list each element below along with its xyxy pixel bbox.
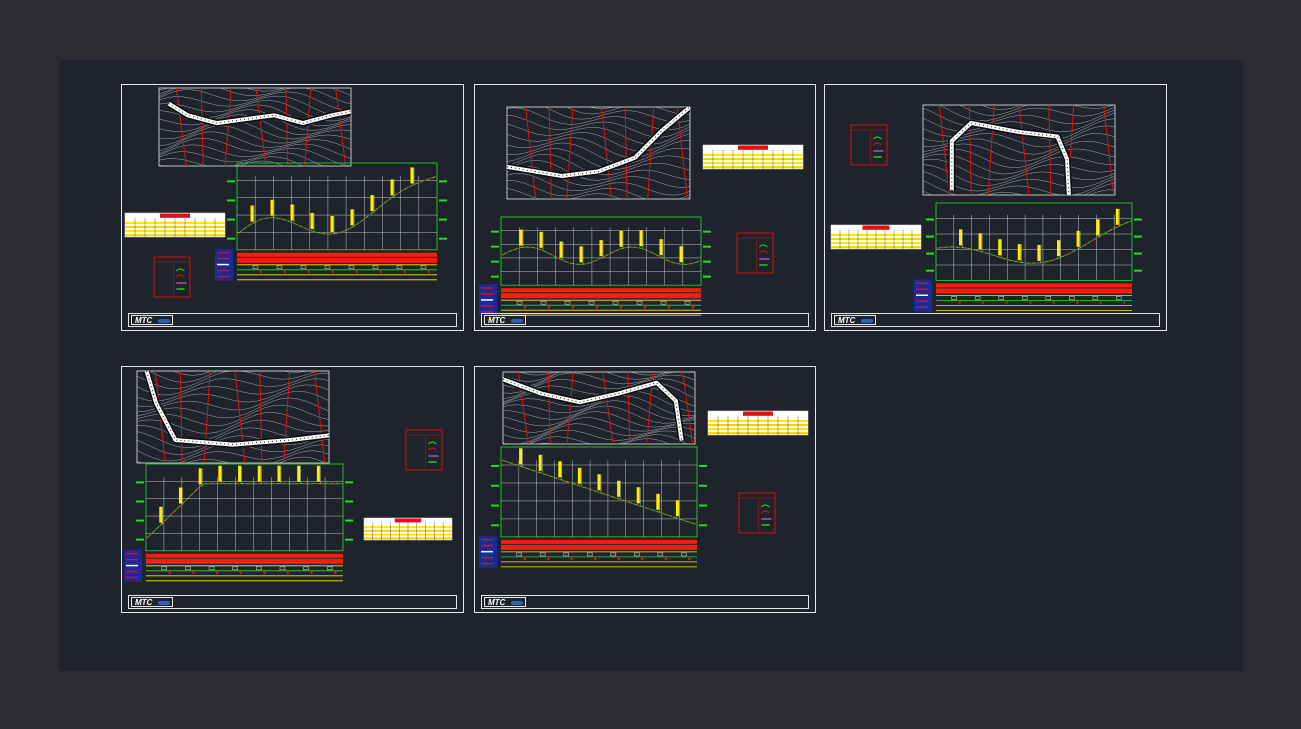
- longitudinal-profile-icon: [215, 162, 447, 281]
- plan-view-icon: [158, 87, 352, 167]
- drawing-sheet-5[interactable]: MTC: [474, 366, 816, 613]
- longitudinal-profile-icon: [479, 446, 707, 568]
- sheet-4-graphics: [124, 370, 453, 582]
- sheet-3-graphics: [830, 104, 1142, 312]
- curve-table-icon: [830, 224, 922, 250]
- curve-table-icon: [707, 410, 809, 436]
- legend-icon: [405, 429, 443, 471]
- curve-table-icon: [702, 144, 804, 170]
- drawing-sheet-4[interactable]: MTC: [121, 366, 464, 613]
- curve-table-icon: [124, 212, 226, 238]
- plan-view-icon: [506, 106, 691, 200]
- sheet-2-graphics: [479, 106, 804, 317]
- longitudinal-profile-icon: [124, 463, 353, 582]
- legend-icon: [850, 124, 888, 166]
- plan-view-icon: [136, 370, 330, 464]
- mtc-logo: MTC: [484, 597, 526, 607]
- mtc-logo: MTC: [131, 315, 173, 325]
- mtc-logo: MTC: [131, 597, 173, 607]
- drawing-sheet-2[interactable]: MTC: [474, 84, 816, 331]
- drawing-sheet-3[interactable]: MTC: [824, 84, 1167, 331]
- title-block: MTC: [481, 313, 809, 327]
- title-block: MTC: [831, 313, 1160, 327]
- legend-icon: [153, 256, 191, 298]
- title-block: MTC: [128, 595, 457, 609]
- legend-icon: [738, 492, 776, 534]
- plan-view-icon: [922, 104, 1116, 196]
- drawing-sheet-1[interactable]: MTC: [121, 84, 464, 331]
- mtc-logo: MTC: [834, 315, 876, 325]
- plan-view-icon: [502, 371, 696, 445]
- sheet-5-graphics: [479, 371, 809, 568]
- drawing-canvas[interactable]: MTC MTC MTC MTC MTC: [59, 60, 1243, 671]
- sheet-1-graphics: [124, 87, 447, 298]
- legend-icon: [736, 232, 774, 274]
- title-block: MTC: [128, 313, 457, 327]
- title-block: MTC: [481, 595, 809, 609]
- longitudinal-profile-icon: [479, 216, 711, 317]
- curve-table-icon: [363, 517, 453, 541]
- mtc-logo: MTC: [484, 315, 526, 325]
- longitudinal-profile-icon: [914, 202, 1142, 312]
